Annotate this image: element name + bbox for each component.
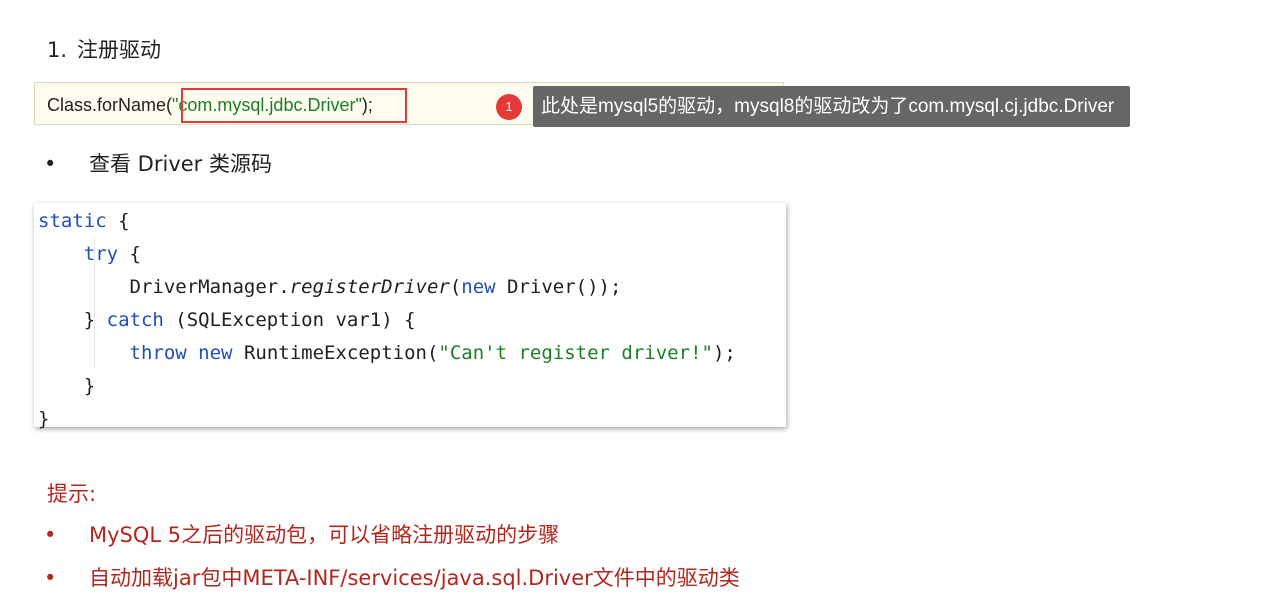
tip-item: • MySQL 5之后的驱动包，可以省略注册驱动的步骤 — [44, 519, 559, 549]
code-line-5: throw new RuntimeException("Can't regist… — [129, 342, 736, 364]
code-line-3: DriverManager.registerDriver(new Driver(… — [129, 276, 622, 298]
code-line-1: static { — [38, 210, 130, 232]
code-line-7: } — [38, 408, 50, 430]
bullet: • — [44, 523, 57, 547]
tip-text: MySQL 5之后的驱动包，可以省略注册驱动的步骤 — [89, 523, 560, 547]
code-line-2: try { — [83, 243, 141, 265]
annotation-tooltip: 此处是mysql5的驱动，mysql8的驱动改为了com.mysql.cj.jd… — [533, 86, 1131, 127]
tips-title: 提示: — [47, 482, 97, 506]
bullet: • — [44, 566, 57, 590]
code-prefix: Class.forName( — [47, 95, 173, 115]
annotation-marker[interactable]: 1 — [496, 94, 522, 120]
tip-text: 自动加载jar包中META-INF/services/java.sql.Driv… — [89, 566, 740, 590]
section-heading: 1. 注册驱动 — [47, 34, 161, 64]
heading-text: 注册驱动 — [77, 38, 162, 62]
code-line-4: } catch (SQLException var1) { — [83, 309, 416, 331]
code-line-6: } — [83, 375, 96, 397]
source-code: static { try { DriverManager.registerDri… — [38, 205, 736, 436]
tip-item: • 自动加载jar包中META-INF/services/java.sql.Dri… — [44, 562, 740, 592]
driver-source-code-block: static { try { DriverManager.registerDri… — [34, 203, 786, 430]
driver-string-highlight — [181, 88, 407, 123]
heading-number: 1. — [47, 38, 68, 62]
view-source-item: • 查看 Driver 类源码 — [44, 148, 272, 178]
view-source-label: 查看 Driver 类源码 — [89, 152, 272, 176]
bullet: • — [44, 152, 57, 176]
